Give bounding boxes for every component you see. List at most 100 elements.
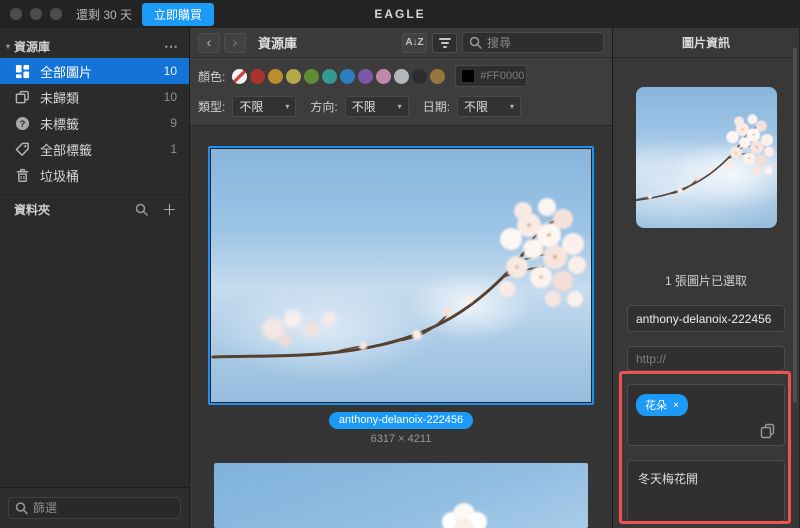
question-icon: ? bbox=[14, 115, 30, 131]
layers-icon bbox=[14, 89, 30, 105]
date-filter-select[interactable]: 不限 ▾ bbox=[457, 96, 521, 117]
color-dot[interactable] bbox=[412, 69, 427, 84]
item-count-badge: 9 bbox=[170, 116, 177, 130]
window-controls[interactable] bbox=[10, 8, 62, 20]
sidebar-item-label: 未標籤 bbox=[40, 114, 79, 133]
sidebar-filter-input[interactable] bbox=[8, 497, 181, 519]
color-dot[interactable] bbox=[322, 69, 337, 84]
color-dot[interactable] bbox=[304, 69, 319, 84]
folders-header-label: 資料夾 bbox=[14, 201, 50, 218]
sort-button[interactable]: A↓Z bbox=[402, 33, 427, 53]
item-count-badge: 10 bbox=[164, 90, 177, 104]
library-more-icon[interactable]: ⋯ bbox=[164, 38, 179, 55]
sidebar-item-all-images[interactable]: 全部圖片 10 bbox=[0, 58, 189, 84]
sidebar-item-untagged[interactable]: ? 未標籤 9 bbox=[0, 110, 189, 136]
chevron-down-icon: ▾ bbox=[510, 102, 514, 111]
color-swatch[interactable] bbox=[462, 70, 474, 82]
date-filter-value: 不限 bbox=[464, 98, 488, 115]
color-dot[interactable] bbox=[394, 69, 409, 84]
selection-count-text: 1 張圖片已選取 bbox=[627, 272, 785, 289]
tags-field[interactable]: 花朵 × bbox=[627, 384, 785, 446]
search-input[interactable] bbox=[462, 32, 604, 53]
orientation-filter-value: 不限 bbox=[352, 98, 376, 115]
hex-placeholder: #FF0000 bbox=[480, 70, 524, 82]
sidebar-item-all-tags[interactable]: 全部標籤 1 bbox=[0, 136, 189, 162]
orientation-filter-select[interactable]: 不限 ▾ bbox=[345, 96, 409, 117]
library-section-header[interactable]: ▾ 資源庫 ⋯ bbox=[0, 28, 189, 58]
annotation-field[interactable]: 冬天梅花開 bbox=[627, 460, 785, 522]
search-icon bbox=[469, 36, 482, 49]
sidebar-spacer bbox=[0, 224, 189, 487]
color-dot[interactable] bbox=[358, 69, 373, 84]
collapse-chevron-icon[interactable]: ▾ bbox=[6, 42, 10, 51]
sidebar-item-label: 全部圖片 bbox=[40, 62, 92, 81]
sidebar-item-label: 未歸類 bbox=[40, 88, 79, 107]
folders-section-header: 資料夾 ＋ bbox=[0, 194, 189, 224]
image-name-input[interactable] bbox=[627, 305, 785, 332]
selected-image-dimensions: 6317 × 4211 bbox=[371, 433, 432, 445]
close-window-icon[interactable] bbox=[10, 8, 22, 20]
remove-tag-icon[interactable]: × bbox=[673, 400, 679, 411]
forward-button[interactable]: › bbox=[224, 33, 246, 53]
filter-button[interactable] bbox=[432, 33, 457, 53]
sidebar-footer bbox=[0, 487, 189, 528]
type-filter-label: 類型: bbox=[198, 98, 225, 115]
selected-image-filename[interactable]: anthony-delanoix-222456 bbox=[329, 412, 473, 429]
chevron-down-icon: ▾ bbox=[398, 102, 402, 111]
trial-days-text: 還剩 30 天 bbox=[76, 6, 132, 23]
copy-icon[interactable] bbox=[760, 423, 776, 439]
chevron-down-icon: ▾ bbox=[285, 102, 289, 111]
back-button[interactable]: ‹ bbox=[198, 33, 220, 53]
color-dot[interactable] bbox=[430, 69, 445, 84]
minimize-window-icon[interactable] bbox=[30, 8, 42, 20]
color-filter-label: 顏色: bbox=[198, 68, 225, 85]
date-filter-label: 日期: bbox=[423, 98, 450, 115]
hex-color-input[interactable]: #FF0000 bbox=[455, 65, 527, 87]
inspector-title: 圖片資訊 bbox=[613, 28, 799, 58]
funnel-icon bbox=[439, 38, 451, 48]
selected-image-card[interactable] bbox=[208, 146, 594, 405]
sidebar-item-label: 垃圾桶 bbox=[40, 166, 79, 185]
filter-search-icon bbox=[15, 502, 28, 515]
color-dot-none-icon[interactable] bbox=[232, 69, 247, 84]
trash-icon bbox=[14, 167, 30, 183]
title-bar: 還剩 30 天 立即購買 EAGLE bbox=[0, 0, 800, 28]
main-area: ‹ › 資源庫 A↓Z 顏色: #FF0000 bbox=[190, 28, 613, 528]
zoom-window-icon[interactable] bbox=[50, 8, 62, 20]
add-folder-icon[interactable]: ＋ bbox=[162, 199, 177, 220]
library-header-label: 資源庫 bbox=[14, 38, 50, 55]
folder-search-icon[interactable] bbox=[135, 203, 148, 216]
breadcrumb[interactable]: 資源庫 bbox=[258, 33, 297, 52]
buy-now-button[interactable]: 立即購買 bbox=[142, 3, 214, 26]
tag-icon bbox=[14, 141, 30, 157]
sidebar-item-uncategorized[interactable]: 未歸類 10 bbox=[0, 84, 189, 110]
sidebar-item-label: 全部標籤 bbox=[40, 140, 92, 159]
next-image-card[interactable] bbox=[214, 463, 588, 528]
tag-label: 花朵 bbox=[645, 397, 667, 413]
item-count-badge: 1 bbox=[170, 142, 177, 156]
inspector-thumbnail[interactable] bbox=[636, 87, 777, 228]
color-dot[interactable] bbox=[250, 69, 265, 84]
svg-text:?: ? bbox=[19, 118, 25, 128]
item-count-badge: 10 bbox=[164, 64, 177, 78]
color-dot[interactable] bbox=[376, 69, 391, 84]
color-dot[interactable] bbox=[268, 69, 283, 84]
orientation-filter-label: 方向: bbox=[310, 98, 337, 115]
blossom-photo[interactable] bbox=[211, 149, 591, 402]
type-filter-select[interactable]: 不限 ▾ bbox=[232, 96, 296, 117]
color-dot[interactable] bbox=[286, 69, 301, 84]
inspector-scrollbar[interactable] bbox=[793, 48, 797, 403]
filter-bar: 顏色: #FF0000 類型: 不限 ▾ 方向: bbox=[190, 58, 612, 126]
color-dot[interactable] bbox=[340, 69, 355, 84]
sidebar: ▾ 資源庫 ⋯ 全部圖片 10 未歸類 10 ? 未標籤 9 bbox=[0, 28, 190, 528]
image-url-input[interactable] bbox=[627, 346, 785, 371]
inspector-panel: 圖片資訊 1 張圖片已選取 花朵 × 冬天梅花開 bbox=[613, 28, 799, 528]
type-filter-value: 不限 bbox=[239, 98, 263, 115]
grid-icon bbox=[14, 63, 30, 79]
sidebar-item-trash[interactable]: 垃圾桶 bbox=[0, 162, 189, 188]
tag-pill[interactable]: 花朵 × bbox=[636, 394, 688, 416]
main-toolbar: ‹ › 資源庫 A↓Z bbox=[190, 28, 612, 58]
app-window: ▾ 資源庫 ⋯ 全部圖片 10 未歸類 10 ? 未標籤 9 bbox=[0, 28, 800, 528]
image-grid: anthony-delanoix-222456 6317 × 4211 bbox=[190, 126, 612, 528]
color-dot-row bbox=[232, 69, 445, 84]
